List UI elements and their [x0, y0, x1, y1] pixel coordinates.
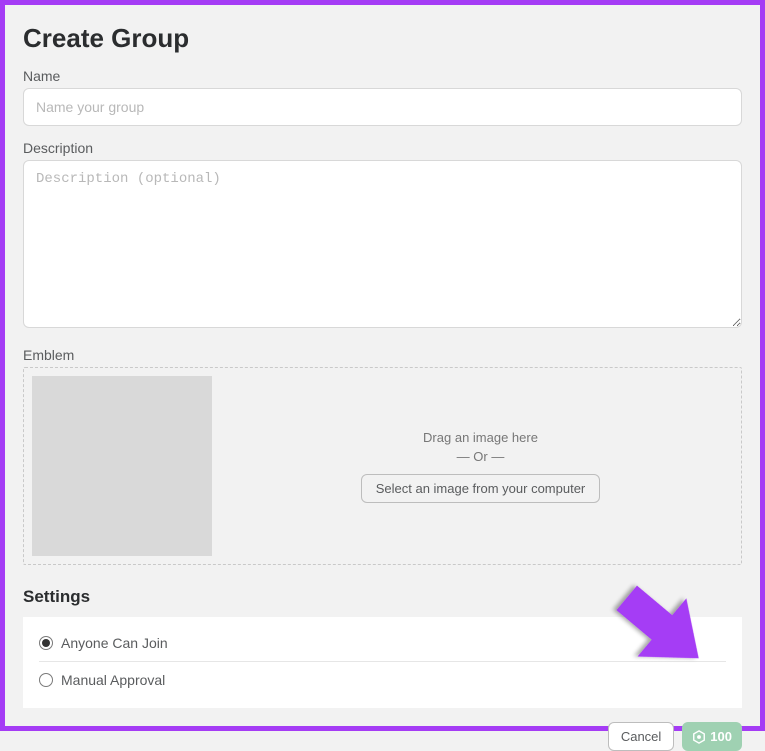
- name-input[interactable]: [23, 88, 742, 126]
- radio-label: Anyone Can Join: [61, 635, 168, 651]
- cost-amount: 100: [710, 729, 732, 744]
- radio-anyone-can-join[interactable]: Anyone Can Join: [39, 629, 726, 657]
- create-cost-button[interactable]: 100: [682, 722, 742, 751]
- settings-panel: Anyone Can Join Manual Approval: [23, 617, 742, 708]
- page-title: Create Group: [23, 23, 742, 54]
- radio-icon: [39, 636, 53, 650]
- settings-divider: [39, 661, 726, 662]
- emblem-drop-area[interactable]: Drag an image here — Or — Select an imag…: [228, 376, 733, 556]
- robux-icon: [692, 730, 706, 744]
- radio-label: Manual Approval: [61, 672, 165, 688]
- emblem-label: Emblem: [23, 347, 742, 363]
- cancel-button[interactable]: Cancel: [608, 722, 674, 751]
- emblem-preview: [32, 376, 212, 556]
- radio-icon: [39, 673, 53, 687]
- footer-actions: Cancel 100: [23, 722, 742, 751]
- settings-heading: Settings: [23, 587, 742, 607]
- emblem-drag-text: Drag an image here: [423, 430, 538, 445]
- select-image-button[interactable]: Select an image from your computer: [361, 474, 601, 503]
- radio-manual-approval[interactable]: Manual Approval: [39, 666, 726, 694]
- description-label: Description: [23, 140, 742, 156]
- name-label: Name: [23, 68, 742, 84]
- emblem-dropzone[interactable]: Drag an image here — Or — Select an imag…: [23, 367, 742, 565]
- emblem-or-text: — Or —: [457, 449, 505, 464]
- description-textarea[interactable]: [23, 160, 742, 328]
